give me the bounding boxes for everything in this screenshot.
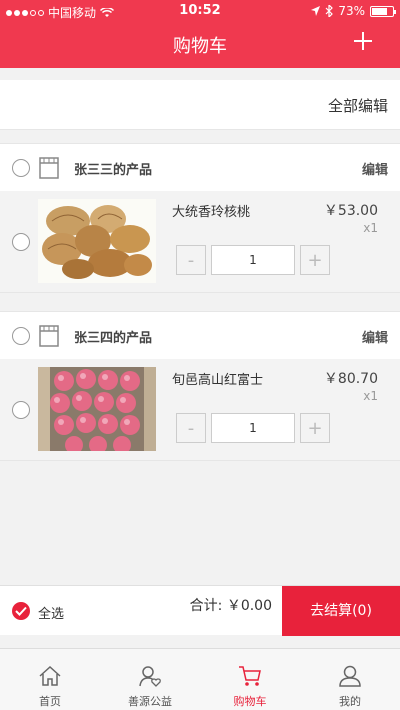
walnut-image [38,199,156,283]
user-icon [339,665,361,687]
checkout-bar: 全选 合计: ￥0.00 去结算(0) [0,585,400,636]
shop-name: 张三三的产品 [74,163,153,178]
quantity-stepper: - 1 + [176,245,330,275]
quantity-field[interactable]: 1 [211,245,295,275]
shop-section: 张三三的产品 编辑 大统香玲核桃 ￥53.00 x1 - 1 + [0,143,400,293]
bluetooth-icon [325,5,334,17]
shop-edit-button[interactable]: 编辑 [362,327,388,346]
shop-select-radio[interactable] [12,327,30,345]
decrease-button[interactable]: - [176,245,206,275]
increase-button[interactable]: + [300,245,330,275]
cart-item: 大统香玲核桃 ￥53.00 x1 - 1 + [0,191,400,293]
location-icon [311,6,321,16]
item-select-radio[interactable] [12,233,30,251]
increase-button[interactable]: + [300,413,330,443]
shop-header: 张三四的产品 编辑 [0,311,400,359]
tab-label: 首页 [39,695,61,708]
status-bar: 中国移动 10:52 73% [0,0,400,22]
shop-section: 张三四的产品 编辑 旬邑高山红富士 ￥80.70 x1 - 1 + [0,311,400,461]
shop-select-radio[interactable] [12,159,30,177]
quantity-stepper: - 1 + [176,413,330,443]
item-select-radio[interactable] [12,401,30,419]
home-icon [39,665,61,686]
battery-icon [370,5,396,17]
total-amount: 合计: ￥0.00 [189,598,272,614]
tab-bar: 首页 善源公益 购物车 我的 [0,648,400,710]
store-icon [39,157,59,179]
edit-all-bar: 全部编辑 [0,80,400,130]
item-name: 大统香玲核桃 [172,205,251,220]
store-icon [39,325,59,347]
navigation-bar: 中国移动 10:52 73% 购物车 [0,0,400,68]
item-price: ￥53.00 [323,203,378,219]
item-quantity: x1 [363,389,378,403]
tab-label: 我的 [339,695,361,708]
item-price: ￥80.70 [323,371,378,387]
battery-percent: 73% [338,4,365,18]
checkout-button[interactable]: 去结算(0) [282,586,400,636]
select-all-checkbox[interactable] [12,602,30,620]
decrease-button[interactable]: - [176,413,206,443]
quantity-field[interactable]: 1 [211,413,295,443]
tab-label: 购物车 [233,695,267,708]
checkmark-icon [15,606,27,616]
tab-charity[interactable]: 善源公益 [100,649,200,710]
item-name: 旬邑高山红富士 [172,373,264,388]
select-all-label: 全选 [38,607,65,622]
shop-name: 张三四的产品 [74,331,153,346]
shop-header: 张三三的产品 编辑 [0,143,400,191]
tab-cart[interactable]: 购物车 [200,649,300,710]
tab-profile[interactable]: 我的 [300,649,400,710]
add-button[interactable] [352,30,374,52]
cart-icon [239,666,261,686]
page-title: 购物车 [173,36,227,57]
item-quantity: x1 [363,221,378,235]
tab-label: 善源公益 [128,695,172,708]
tab-home[interactable]: 首页 [0,649,100,710]
cart-item: 旬邑高山红富士 ￥80.70 x1 - 1 + [0,359,400,461]
shop-edit-button[interactable]: 编辑 [362,159,388,178]
charity-icon [139,666,161,687]
edit-all-button[interactable]: 全部编辑 [328,95,388,116]
apple-image [38,367,156,451]
